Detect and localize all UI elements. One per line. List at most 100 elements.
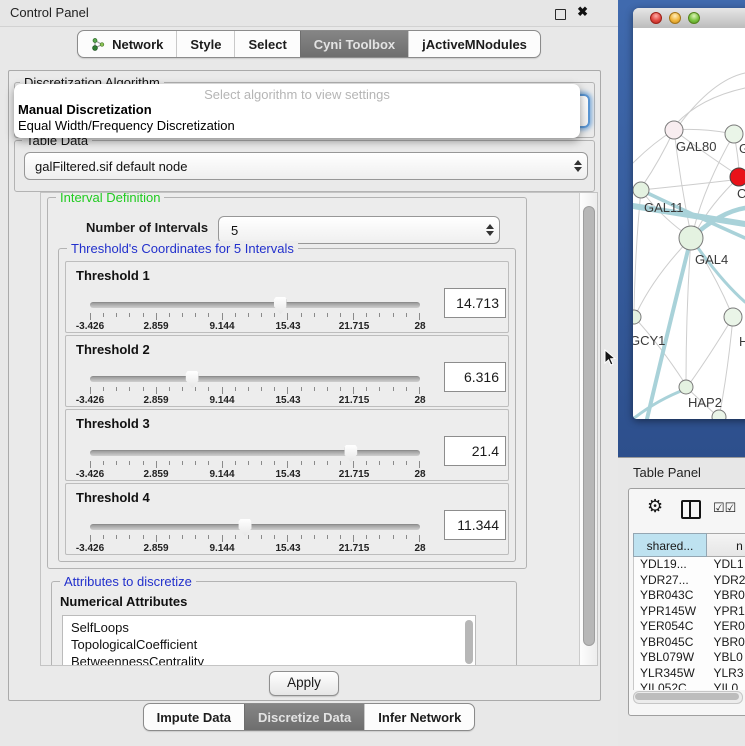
slider-handle[interactable] (186, 371, 199, 388)
tick-mark (340, 387, 341, 391)
apply-button[interactable]: Apply (269, 671, 339, 696)
slider-handle[interactable] (344, 445, 357, 462)
slider-scale-labels: -3.4262.8599.14415.4321.71528 (90, 321, 420, 333)
slider-handle[interactable] (274, 297, 287, 314)
number-of-intervals-label: Number of Intervals (86, 220, 208, 235)
top-tabs: Network StyleSelectCyni ToolboxjActiveMNo… (77, 30, 541, 58)
slider-track[interactable] (90, 524, 420, 530)
network-node-c[interactable] (730, 168, 745, 186)
table-row[interactable]: YBL079WYBL0 (634, 650, 745, 666)
tick-mark (406, 313, 407, 317)
network-node-gal11[interactable] (633, 182, 649, 198)
table-cell: YBR0 (707, 635, 745, 651)
float-window-icon[interactable] (555, 9, 566, 20)
attribute-item-selfloops[interactable]: SelfLoops (63, 619, 475, 636)
tick-mark (261, 535, 262, 539)
tab-label: Network (112, 37, 163, 52)
slider-ticks (90, 387, 420, 394)
tab-select[interactable]: Select (234, 31, 299, 57)
slider-track[interactable] (90, 302, 420, 308)
slider-handle[interactable] (239, 519, 252, 536)
numerical-attributes-list[interactable]: SelfLoopsTopologicalCoefficientBetweenne… (62, 615, 476, 666)
tick-mark (366, 313, 367, 317)
algorithm-option-equal-width-frequency-discretization[interactable]: Equal Width/Frequency Discretization (14, 118, 580, 134)
tick-mark (222, 387, 223, 394)
tick-mark (103, 313, 104, 317)
table-row[interactable]: YDL19...YDL1 (634, 557, 745, 573)
tick-mark (393, 535, 394, 539)
list-scrollbar-thumb[interactable] (465, 620, 473, 664)
tick-mark (169, 535, 170, 539)
threshold-value-field[interactable]: 11.344 (444, 510, 506, 540)
tick-mark (195, 313, 196, 317)
threshold-value-field[interactable]: 14.713 (444, 288, 506, 318)
column-header-name[interactable]: n (707, 533, 745, 557)
network-view-window[interactable]: GAL80GCGAL11GAL4GCY1HHAP2 (633, 8, 745, 419)
network-edge[interactable] (691, 238, 745, 302)
network-node[interactable] (712, 410, 726, 419)
network-node-gcy1[interactable] (633, 310, 641, 324)
network-edge[interactable] (676, 88, 745, 124)
bottom-tab-infer-network[interactable]: Infer Network (364, 704, 474, 730)
table-data-combobox[interactable]: galFiltered.sif default node (24, 152, 588, 180)
threshold-value-field[interactable]: 21.4 (444, 436, 506, 466)
tab-cyni-toolbox[interactable]: Cyni Toolbox (300, 31, 408, 57)
tick-mark (129, 387, 130, 391)
network-window-titlebar[interactable] (633, 8, 745, 29)
threshold-value-field[interactable]: 6.316 (444, 362, 506, 392)
scrollbar-thumb[interactable] (583, 206, 595, 646)
scale-label: 21.715 (339, 543, 370, 554)
tick-mark (419, 535, 420, 542)
network-node-gal80[interactable] (665, 121, 683, 139)
horizontal-scrollbar[interactable] (633, 691, 743, 704)
table-row[interactable]: YBR045CYBR0 (634, 635, 745, 651)
network-canvas[interactable]: GAL80GCGAL11GAL4GCY1HHAP2 (633, 28, 745, 419)
table-row[interactable]: YER054CYER0 (634, 619, 745, 635)
threshold-label: Threshold 1 (76, 268, 150, 283)
table-row[interactable]: YLR345WYLR3 (634, 666, 745, 682)
vertical-scrollbar[interactable] (579, 193, 597, 665)
gear-icon[interactable]: ⚙ (647, 496, 663, 517)
minimize-traffic-light-icon[interactable] (669, 12, 681, 24)
tick-mark (90, 387, 91, 394)
threshold-slider: -3.4262.8599.14415.4321.71528 (90, 450, 420, 481)
table-row[interactable]: YPR145WYPR1 (634, 604, 745, 620)
slider-track[interactable] (90, 376, 420, 382)
scale-label: 21.715 (339, 469, 370, 480)
scrollbar-thumb[interactable] (635, 693, 739, 700)
attribute-item-topologicalcoefficient[interactable]: TopologicalCoefficient (63, 636, 475, 653)
checkboxes-icon[interactable]: ☑☑ (713, 500, 736, 516)
tab-jactivemnodules[interactable]: jActiveMNodules (408, 31, 540, 57)
tick-mark (222, 535, 223, 542)
bottom-tab-impute-data[interactable]: Impute Data (144, 704, 244, 730)
table-row[interactable]: YBR043CYBR0 (634, 588, 745, 604)
tick-mark (116, 313, 117, 317)
tab-network[interactable]: Network (78, 31, 176, 57)
node-label: GAL4 (695, 252, 728, 267)
tick-mark (129, 461, 130, 465)
close-traffic-light-icon[interactable] (650, 12, 662, 24)
close-icon[interactable]: ✖ (577, 4, 588, 20)
table-cell: YDR2 (707, 573, 745, 589)
split-columns-icon[interactable] (681, 500, 701, 519)
network-edge[interactable] (633, 389, 686, 419)
tab-style[interactable]: Style (176, 31, 234, 57)
bottom-tab-discretize-data[interactable]: Discretize Data (244, 704, 364, 730)
zoom-traffic-light-icon[interactable] (688, 12, 700, 24)
scale-label: 15.43 (275, 395, 300, 406)
table-row[interactable]: YDR27...YDR2 (634, 573, 745, 589)
slider-track[interactable] (90, 450, 420, 456)
network-edge[interactable] (641, 180, 733, 190)
network-node-h[interactable] (724, 308, 742, 326)
column-header-shared-name[interactable]: shared... (633, 533, 707, 557)
network-node-gal4[interactable] (679, 226, 703, 250)
algorithm-option-manual-discretization[interactable]: Manual Discretization (14, 102, 580, 118)
attribute-item-betweennesscentrality[interactable]: BetweennessCentrality (63, 653, 475, 666)
table-cell: YDL1 (707, 557, 745, 573)
scale-label: 15.43 (275, 321, 300, 332)
tick-mark (366, 535, 367, 539)
tick-mark (248, 535, 249, 539)
number-of-intervals-combobox[interactable]: 5 (218, 216, 500, 244)
table-row[interactable]: YIL052CYIL0 (634, 681, 745, 690)
network-node-hap2[interactable] (679, 380, 693, 394)
